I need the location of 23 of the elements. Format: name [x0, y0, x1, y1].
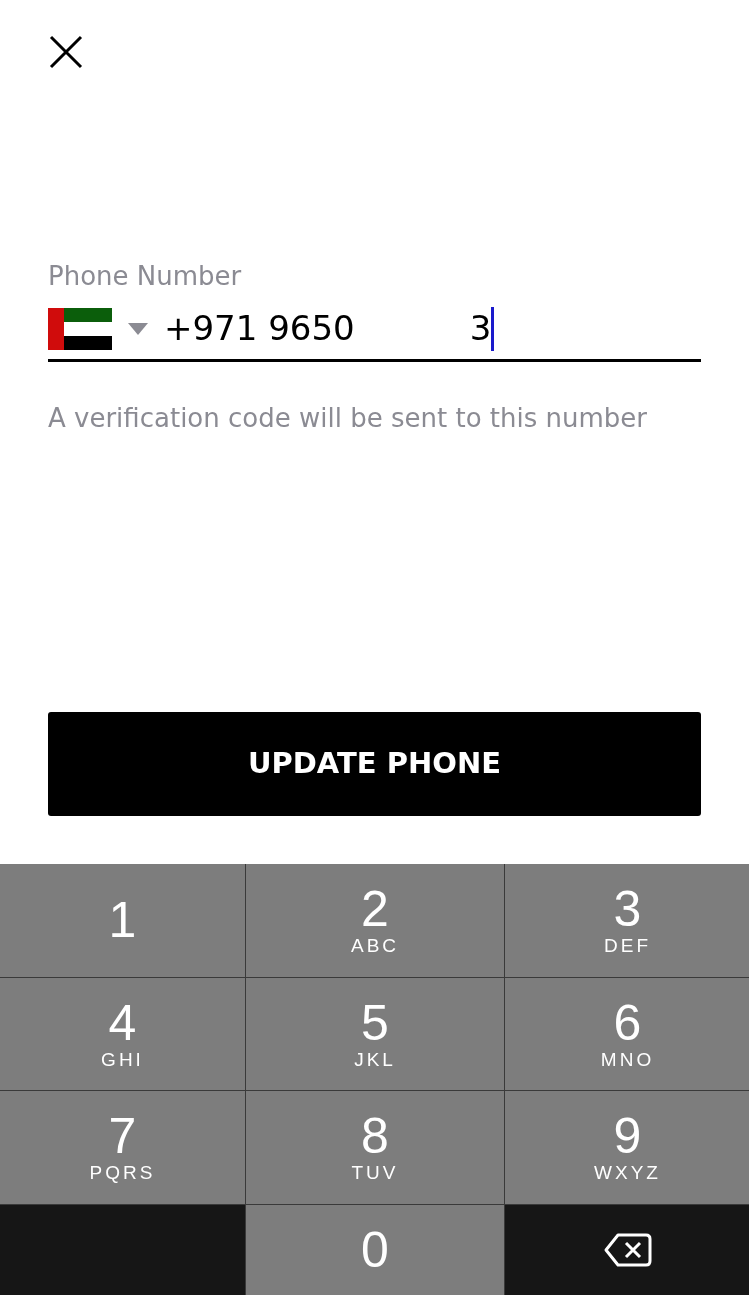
keypad-key[interactable]: 6 MNO — [505, 977, 749, 1090]
delete-key[interactable] — [505, 1204, 749, 1295]
dropdown-caret-icon — [128, 322, 148, 335]
keypad-key[interactable]: 7 PQRS — [0, 1091, 245, 1204]
keypad-key[interactable]: 8 TUV — [246, 1091, 504, 1204]
keypad-key[interactable]: 0 — [246, 1204, 504, 1295]
country-picker[interactable] — [48, 307, 148, 350]
close-button[interactable] — [48, 34, 84, 70]
close-icon — [49, 35, 83, 69]
update-phone-button[interactable]: UPDATE PHONE — [48, 712, 701, 816]
backspace-icon — [603, 1232, 652, 1267]
field-label: Phone Number — [48, 260, 243, 293]
flag-icon — [48, 307, 112, 350]
phone-number-text: 3 — [469, 307, 492, 350]
keypad-key[interactable]: 1 — [0, 864, 245, 977]
hint-text: A verification code will be sent to this number — [48, 402, 648, 435]
phone-field[interactable]: +971 9650 3 — [48, 298, 701, 362]
keypad-key[interactable]: 2 ABC — [246, 864, 504, 977]
phone-number-text: +971 9650 — [164, 307, 355, 350]
keypad-key[interactable]: 4 GHI — [0, 977, 245, 1090]
keypad-key[interactable]: 5 JKL — [246, 977, 504, 1090]
keypad-key[interactable]: 3 DEF — [505, 864, 749, 977]
keypad-key[interactable]: 9 WXYZ — [505, 1091, 749, 1204]
